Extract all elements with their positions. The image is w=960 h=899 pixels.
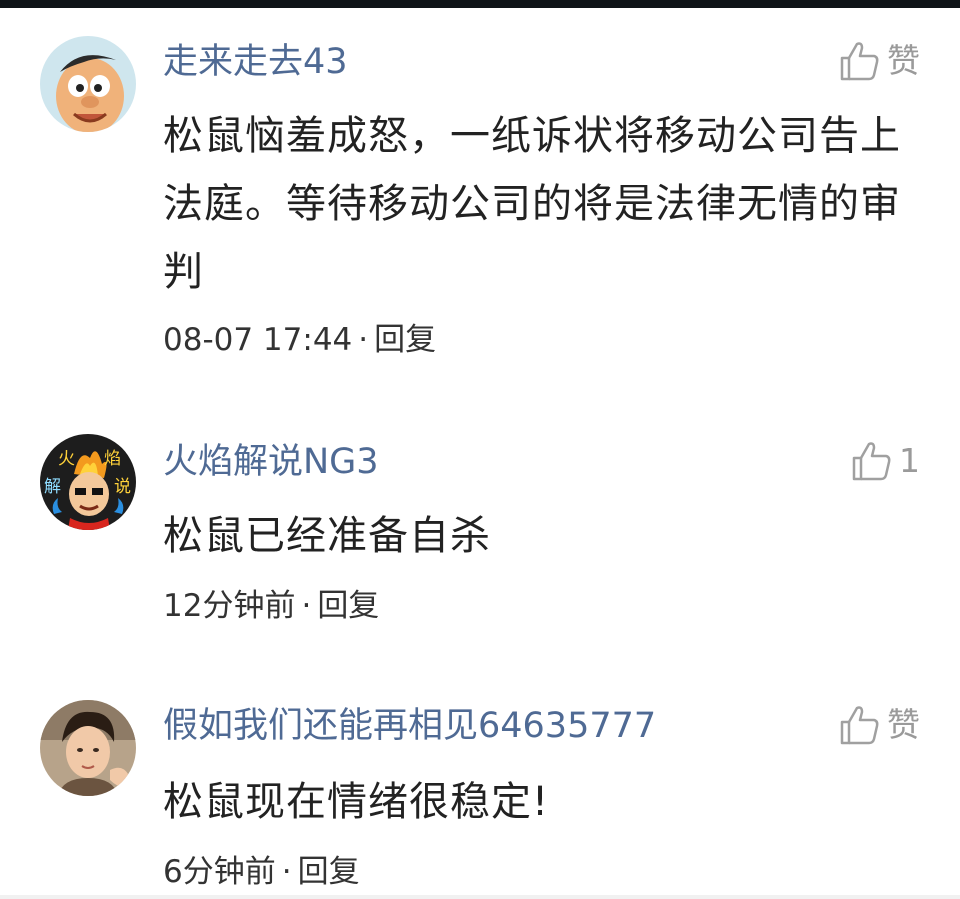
comment-username[interactable]: 火焰解说NG3 [163, 442, 379, 482]
comment-time: 12分钟前 [163, 588, 296, 624]
comment-meta: 12分钟前 · 回复 [163, 586, 379, 626]
like-button[interactable]: 赞 [839, 40, 920, 82]
comment-meta: 08-07 17:44 · 回复 [163, 320, 436, 360]
avatar-char: 焰 [104, 449, 121, 469]
avatar-char: 说 [114, 477, 131, 497]
photo-avatar[interactable] [40, 700, 136, 796]
comment-text: 松鼠恼羞成怒，一纸诉状将移动公司告上法庭。等待移动公司的将是法律无情的审判 [163, 113, 901, 295]
comment-meta: 6分钟前 · 回复 [163, 852, 360, 892]
comment-text: 松鼠现在情绪很稳定! [163, 779, 550, 825]
avatar-char: 解 [44, 477, 61, 497]
thumbs-up-icon [852, 442, 891, 481]
comment-username[interactable]: 走来走去43 [163, 42, 348, 82]
thumbs-up-icon [840, 42, 879, 81]
like-count: 1 [899, 441, 920, 480]
flame-commentator-avatar[interactable]: 火 焰 解 说 [40, 434, 136, 530]
comment-time: 6分钟前 [163, 854, 276, 890]
reply-button[interactable]: 回复 [298, 854, 360, 890]
like-label: 赞 [887, 705, 920, 744]
like-label: 赞 [887, 41, 920, 80]
comment-username[interactable]: 假如我们还能再相见64635777 [163, 706, 656, 746]
comment-time: 08-07 17:44 [163, 322, 353, 358]
reply-button[interactable]: 回复 [374, 322, 436, 358]
meta-separator: · [358, 322, 369, 358]
bottom-divider [0, 895, 960, 899]
meta-separator: · [301, 588, 312, 624]
cartoon-boy-avatar[interactable] [40, 36, 136, 132]
like-button[interactable]: 赞 [839, 704, 920, 746]
reply-button[interactable]: 回复 [317, 588, 379, 624]
meta-separator: · [281, 854, 292, 890]
comment-text: 松鼠已经准备自杀 [163, 513, 491, 559]
avatar-char: 火 [58, 449, 75, 469]
top-edge-strip [0, 0, 960, 8]
thumbs-up-icon [840, 706, 879, 745]
like-button[interactable]: 1 [851, 440, 920, 482]
